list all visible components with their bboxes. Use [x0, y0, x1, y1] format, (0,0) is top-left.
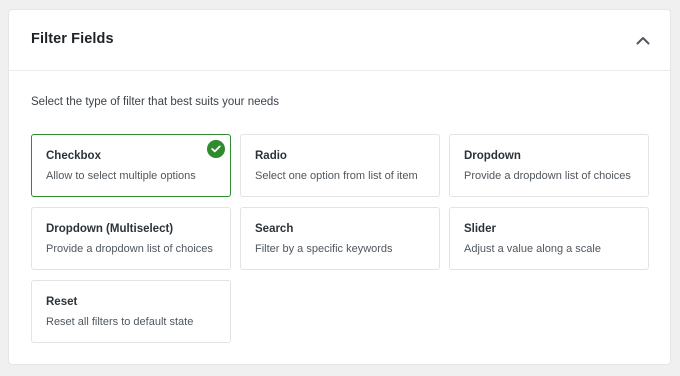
card-description: Reset all filters to default state — [46, 316, 194, 328]
card-description: Adjust a value along a scale — [464, 243, 601, 255]
filter-card-reset[interactable]: Reset Reset all filters to default state — [31, 280, 231, 343]
panel-subtitle: Select the type of filter that best suit… — [31, 96, 280, 108]
card-description: Provide a dropdown list of choices — [46, 243, 213, 255]
card-title: Checkbox — [46, 150, 101, 162]
filter-card-radio[interactable]: Radio Select one option from list of ite… — [240, 134, 440, 197]
card-description: Provide a dropdown list of choices — [464, 170, 631, 182]
filter-card-checkbox[interactable]: Checkbox Allow to select multiple option… — [31, 134, 231, 197]
card-title: Dropdown — [464, 150, 521, 162]
card-description: Allow to select multiple options — [46, 170, 196, 182]
card-title: Reset — [46, 296, 78, 308]
card-title: Search — [255, 223, 294, 235]
check-icon — [207, 140, 225, 158]
filter-card-dropdown-multiselect[interactable]: Dropdown (Multiselect) Provide a dropdow… — [31, 207, 231, 270]
card-description: Filter by a specific keywords — [255, 243, 393, 255]
filter-card-search[interactable]: Search Filter by a specific keywords — [240, 207, 440, 270]
collapse-button[interactable] — [630, 29, 656, 51]
chevron-up-icon — [636, 36, 650, 44]
panel-title: Filter Fields — [31, 31, 114, 47]
filter-fields-panel: Filter Fields Select the type of filter … — [8, 9, 671, 365]
card-title: Radio — [255, 150, 287, 162]
panel-header[interactable]: Filter Fields — [9, 10, 670, 71]
card-title: Slider — [464, 223, 496, 235]
card-description: Select one option from list of item — [255, 170, 418, 182]
filter-card-slider[interactable]: Slider Adjust a value along a scale — [449, 207, 649, 270]
filter-card-dropdown[interactable]: Dropdown Provide a dropdown list of choi… — [449, 134, 649, 197]
card-title: Dropdown (Multiselect) — [46, 223, 174, 235]
